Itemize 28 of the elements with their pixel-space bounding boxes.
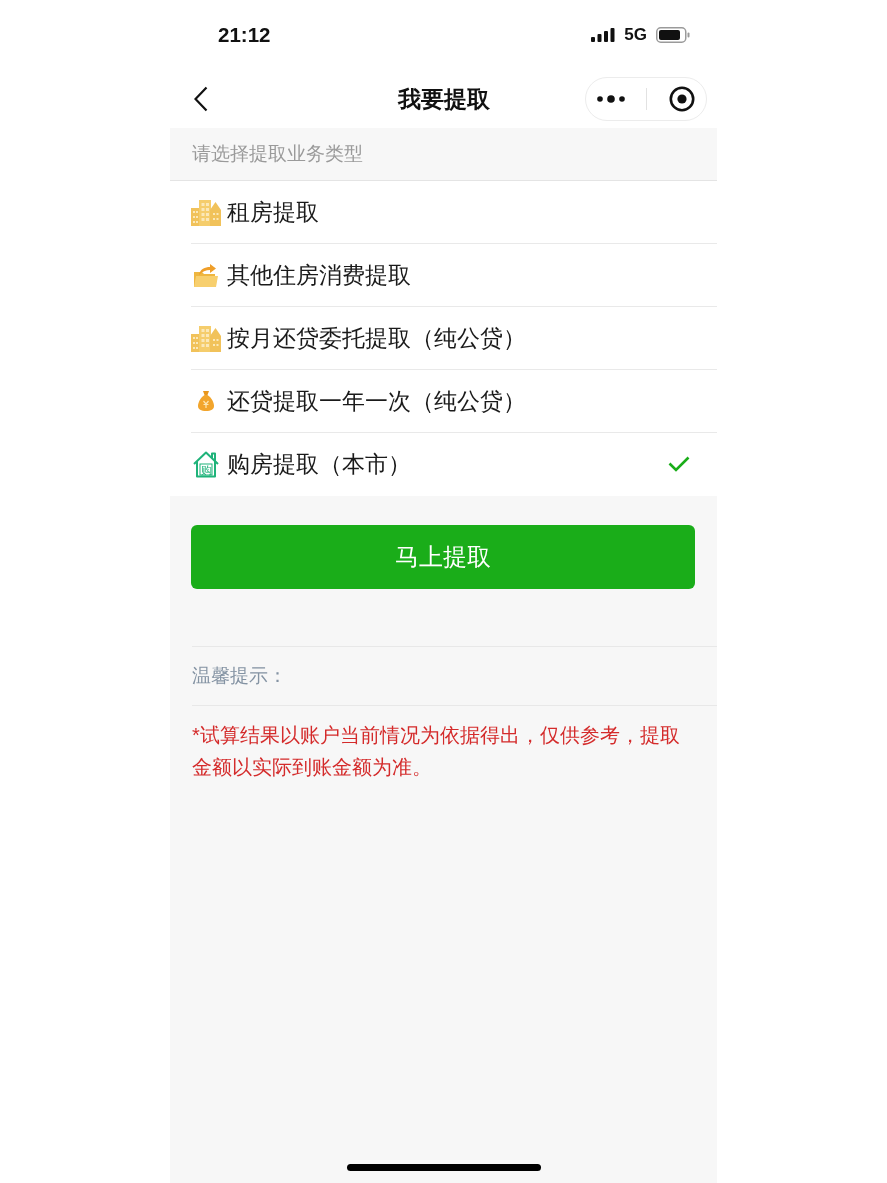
buildings-icon: [191, 324, 221, 352]
money-bag-icon: [197, 390, 215, 412]
buildings-icon: [191, 198, 221, 226]
option-label: 购房提取（本市）: [227, 449, 412, 479]
option-item[interactable]: 还贷提取一年一次（纯公贷）: [170, 370, 717, 433]
page-title: 我要提取: [397, 84, 490, 114]
more-dots-icon: [596, 95, 625, 103]
more-button[interactable]: [596, 95, 625, 103]
battery-icon: [656, 27, 690, 43]
option-label: 其他住房消费提取: [227, 260, 412, 290]
back-chevron-icon: [194, 86, 208, 112]
tips-title: 温馨提示：: [192, 646, 717, 706]
option-item[interactable]: 购 购房提取（本市）: [170, 433, 717, 496]
folder-icon: [193, 262, 219, 288]
status-time: 21:12: [218, 23, 271, 47]
option-label: 租房提取: [227, 197, 320, 227]
option-item[interactable]: 租房提取: [170, 181, 717, 244]
option-label: 按月还贷委托提取（纯公贷）: [227, 323, 527, 353]
signal-icon: [591, 28, 616, 42]
option-item[interactable]: 按月还贷委托提取（纯公贷）: [170, 307, 717, 370]
option-item[interactable]: 其他住房消费提取: [170, 244, 717, 307]
target-circle-icon: [669, 86, 696, 112]
back-button[interactable]: [192, 84, 210, 114]
network-label: 5G: [624, 25, 647, 45]
close-button[interactable]: [669, 86, 696, 112]
tips-text: *试算结果以账户当前情况为依据得出，仅供参考，提取金额以实际到账金额为准。: [192, 723, 681, 780]
option-label: 还贷提取一年一次（纯公贷）: [227, 386, 527, 416]
check-icon: [668, 456, 690, 472]
